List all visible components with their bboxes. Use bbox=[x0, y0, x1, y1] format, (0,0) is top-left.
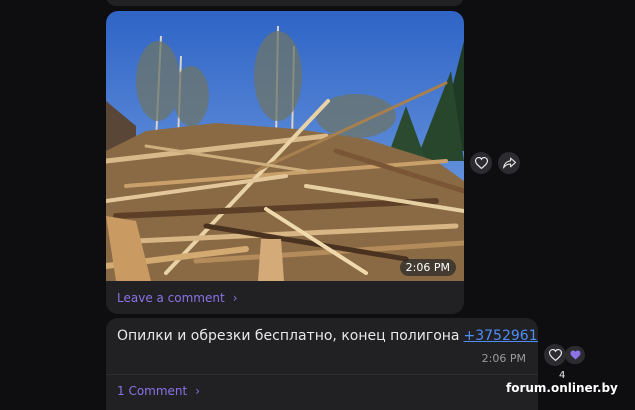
woodpile-photo-image bbox=[106, 11, 464, 281]
photo-message-bubble: 2:06 PM Leave a comment › bbox=[106, 11, 464, 314]
chevron-right-icon: › bbox=[232, 291, 238, 305]
photo-timestamp: 2:06 PM bbox=[399, 259, 456, 276]
watermark: forum.onliner.by bbox=[506, 381, 618, 395]
like-button[interactable] bbox=[470, 152, 492, 174]
comments-count-label: 1 Comment bbox=[117, 384, 188, 398]
message-text: Опилки и обрезки бесплатно, конец полиго… bbox=[117, 328, 538, 344]
share-button[interactable] bbox=[498, 152, 520, 174]
previous-message-bubble bbox=[106, 0, 464, 6]
chevron-right-icon: › bbox=[195, 384, 201, 398]
text-message-bubble: Опилки и обрезки бесплатно, конец полиго… bbox=[106, 318, 538, 410]
message-photo[interactable]: 2:06 PM bbox=[106, 11, 464, 281]
reaction-count: 4 bbox=[559, 370, 566, 381]
reaction-badge[interactable] bbox=[565, 346, 585, 364]
share-arrow-icon bbox=[502, 157, 516, 169]
heart-outline-icon bbox=[474, 157, 488, 169]
leave-comment-link[interactable]: Leave a comment › bbox=[117, 291, 238, 305]
like-button[interactable] bbox=[544, 344, 566, 366]
comments-link[interactable]: 1 Comment › bbox=[117, 384, 200, 398]
message-body: Опилки и обрезки бесплатно, конец полиго… bbox=[117, 328, 460, 344]
phone-link[interactable]: +375296125880 bbox=[464, 328, 538, 344]
purple-heart-icon bbox=[570, 350, 580, 360]
heart-outline-icon bbox=[548, 349, 562, 361]
message-timestamp: 2:06 PM bbox=[481, 352, 526, 365]
divider bbox=[106, 374, 538, 375]
leave-comment-label: Leave a comment bbox=[117, 291, 225, 305]
